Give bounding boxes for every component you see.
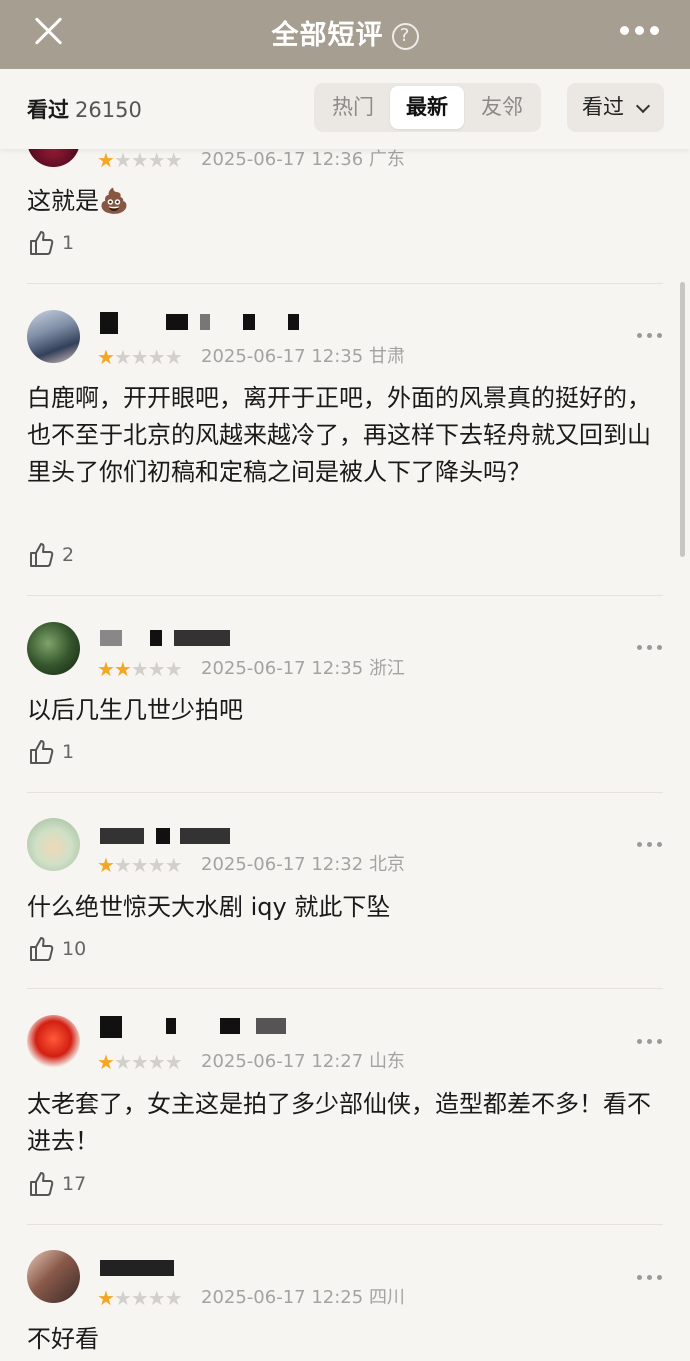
divider	[27, 283, 663, 284]
tab-hot[interactable]: 热门	[316, 86, 390, 129]
review-location: 广东	[368, 149, 405, 170]
thumbs-up-icon	[30, 937, 54, 961]
username-redacted	[98, 826, 338, 848]
username-redacted	[98, 312, 338, 334]
rating-stars: ★★★★★	[97, 853, 183, 877]
chevron-down-icon	[635, 98, 651, 114]
review-meta: 2025-06-17 12:35 浙江	[201, 659, 405, 679]
review-text: 不好看	[27, 1325, 99, 1353]
username-redacted	[98, 1258, 338, 1280]
divider	[27, 988, 663, 989]
page-title: 全部短评	[271, 20, 384, 51]
tab-friends[interactable]: 友邻	[465, 86, 539, 129]
rating-stars: ★★★★★	[97, 148, 183, 172]
review-time: 2025-06-17 12:25	[201, 1287, 364, 1308]
review-location: 甘肃	[368, 346, 405, 367]
avatar[interactable]	[27, 818, 80, 871]
review-text: 以后几生几世少拍吧	[27, 696, 243, 724]
avatar[interactable]	[27, 1015, 80, 1068]
thumbs-up-icon	[30, 740, 54, 764]
review-meta: 2025-06-17 12:32 北京	[201, 855, 405, 875]
filter-bar: 看过 26150 热门 最新 友邻 看过	[0, 69, 690, 149]
rating-stars: ★★★★★	[97, 657, 183, 681]
thumbs-up-icon	[30, 231, 54, 255]
divider	[27, 1224, 663, 1225]
like-count: 1	[62, 232, 75, 254]
more-options-icon[interactable]	[637, 1275, 665, 1281]
review-meta: 2025-06-17 12:27 山东	[201, 1052, 405, 1072]
more-options-icon[interactable]	[637, 645, 665, 651]
review-time: 2025-06-17 12:32	[201, 854, 364, 875]
like-count: 17	[62, 1173, 87, 1195]
review-meta: 2025-06-17 12:25 四川	[201, 1288, 405, 1308]
more-icon[interactable]	[620, 26, 660, 38]
page-title-wrap: 全部短评?	[0, 13, 690, 52]
sort-tabs: 热门 最新 友邻	[314, 83, 541, 132]
review-time: 2025-06-17 12:27	[201, 1051, 364, 1072]
review-time: 2025-06-17 12:35	[201, 658, 364, 679]
divider	[27, 792, 663, 793]
like-count: 10	[62, 938, 87, 960]
more-options-icon[interactable]	[637, 1039, 665, 1045]
scrollbar[interactable]	[680, 282, 685, 557]
seen-count-number: 26150	[75, 98, 142, 122]
thumbs-up-icon	[30, 1172, 54, 1196]
review-meta: 2025-06-17 12:36 广东	[201, 150, 405, 170]
review-location: 浙江	[368, 658, 405, 679]
review-time: 2025-06-17 12:35	[201, 346, 364, 367]
question-icon[interactable]: ?	[391, 23, 419, 50]
like-count: 2	[62, 544, 75, 566]
divider	[27, 595, 663, 596]
top-bar: 全部短评?	[0, 0, 690, 69]
username-redacted	[98, 1016, 338, 1038]
rating-stars: ★★★★★	[97, 1286, 183, 1310]
thumbs-up-icon	[30, 543, 54, 567]
review-text: 白鹿啊，开开眼吧，离开于正吧，外面的风景真的挺好的，也不至于北京的风越来越冷了，…	[27, 384, 651, 486]
review-meta: 2025-06-17 12:35 甘肃	[201, 347, 405, 367]
more-options-icon[interactable]	[637, 842, 665, 848]
seen-label: 看过	[27, 98, 69, 122]
avatar[interactable]	[27, 310, 80, 363]
rating-stars: ★★★★★	[97, 1050, 183, 1074]
review-text: 这就是💩	[27, 187, 129, 215]
review-text: 什么绝世惊天大水剧 iqy 就此下坠	[27, 893, 391, 921]
tab-latest[interactable]: 最新	[390, 86, 464, 129]
review-time: 2025-06-17 12:36	[201, 149, 364, 170]
more-options-icon[interactable]	[637, 333, 665, 339]
review-text: 太老套了，女主这是拍了多少部仙侠，造型都差不多！看不进去！	[27, 1090, 651, 1155]
seen-dropdown[interactable]: 看过	[567, 83, 664, 132]
username-redacted	[98, 628, 338, 650]
review-location: 山东	[368, 1051, 405, 1072]
avatar[interactable]	[27, 622, 80, 675]
rating-stars: ★★★★★	[97, 345, 183, 369]
seen-dropdown-label: 看过	[582, 95, 624, 119]
review-location: 四川	[368, 1287, 405, 1308]
seen-count: 看过 26150	[27, 94, 142, 124]
avatar[interactable]	[27, 1250, 80, 1303]
review-location: 北京	[368, 854, 405, 875]
like-count: 1	[62, 741, 75, 763]
